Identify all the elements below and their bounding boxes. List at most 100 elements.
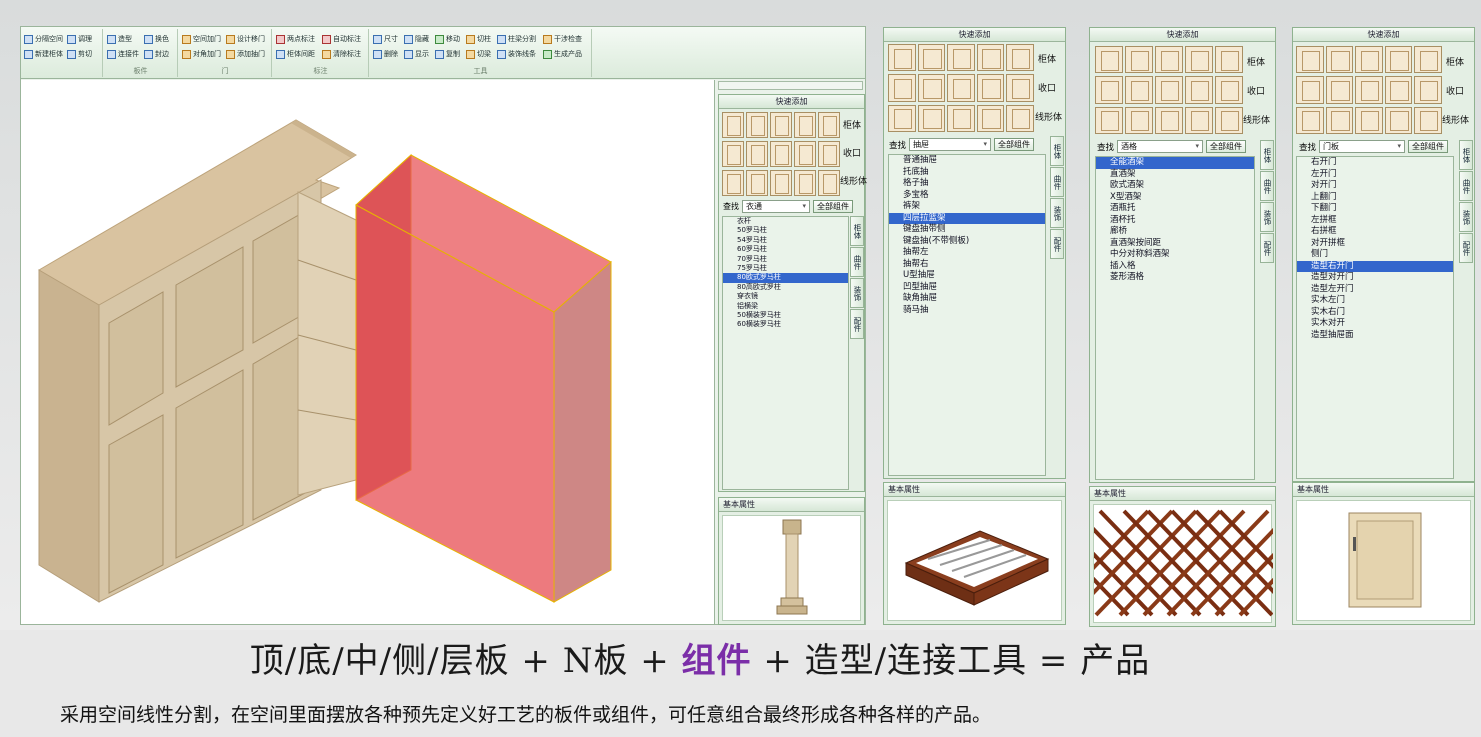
component-thumbnail[interactable] [1414,46,1442,74]
show-button[interactable]: 显示 [404,49,429,59]
vertical-tab[interactable]: 装饰 [1459,202,1473,232]
list-item[interactable]: 对开门 [1297,180,1453,192]
list-item[interactable]: 实木对开 [1297,318,1453,330]
component-thumbnail[interactable] [1384,46,1413,74]
clear-dim-button[interactable]: 清除标注 [322,49,361,59]
space-add-door-button[interactable]: 空间加门 [182,34,221,44]
component-list[interactable]: 普通抽屉 托底抽 格子抽 多宝格 裤架 四层拉篮架 键盘抽带侧 键盘抽(不带侧板) 抽帮左 抽帮右… [888,154,1046,476]
vertical-tab[interactable]: 装饰 [1260,202,1274,232]
move-button[interactable]: 移动 [435,34,460,44]
component-thumbnail[interactable] [1006,74,1034,102]
component-thumbnail[interactable] [722,170,744,196]
list-item[interactable]: 右开门 [1297,157,1453,169]
list-item[interactable]: 插入格 [1096,261,1254,273]
component-thumbnail[interactable] [1095,106,1123,134]
cut-beam-button[interactable]: 切梁 [466,49,491,59]
component-thumbnail[interactable] [1325,46,1354,74]
component-thumbnail[interactable] [1355,76,1383,104]
component-thumbnail[interactable] [770,141,792,167]
search-combo[interactable]: 抽屉 [909,138,992,151]
list-item[interactable]: 右拼框 [1297,226,1453,238]
component-thumbnail[interactable] [917,44,946,72]
list-item[interactable]: 酒杯托 [1096,215,1254,227]
vertical-tab[interactable]: 曲件 [1260,171,1274,201]
all-components-button[interactable]: 全部组件 [813,200,853,213]
adjust-button[interactable]: 调理 [67,34,92,44]
list-item[interactable]: 造型左开门 [1297,284,1453,296]
list-item[interactable]: 对开拼框 [1297,238,1453,250]
list-item[interactable]: 欧式酒架 [1096,180,1254,192]
component-thumbnail[interactable] [1095,46,1123,74]
column-beam-split-button[interactable]: 柱梁分割 [497,34,536,44]
component-thumbnail[interactable] [794,112,816,138]
vertical-tab[interactable]: 配件 [850,309,864,339]
all-components-button[interactable]: 全部组件 [1206,140,1247,153]
list-item[interactable]: 抽帮左 [889,247,1045,259]
component-thumbnail[interactable] [1215,46,1243,74]
component-thumbnail[interactable] [976,74,1005,102]
component-thumbnail[interactable] [947,44,975,72]
component-thumbnail[interactable] [1125,106,1153,134]
list-item[interactable]: 键盘抽(不带侧板) [889,236,1045,248]
decor-line-button[interactable]: 装饰线条 [497,49,536,59]
component-thumbnail[interactable] [1384,76,1413,104]
list-item[interactable]: 下翻门 [1297,203,1453,215]
component-thumbnail[interactable] [1155,76,1183,104]
list-item[interactable]: 造型对开门 [1297,272,1453,284]
search-combo[interactable]: 门板 [1319,140,1406,153]
vertical-tab[interactable]: 配件 [1459,233,1473,263]
component-thumbnail[interactable] [770,170,792,196]
component-thumbnail[interactable] [888,74,916,102]
list-item[interactable]: 酒瓶托 [1096,203,1254,215]
list-item[interactable]: 缺角抽屉 [889,293,1045,305]
two-point-dim-button[interactable]: 两点标注 [276,34,315,44]
search-combo[interactable]: 衣通 [742,200,810,213]
list-item[interactable]: 70罗马柱 [723,255,848,264]
component-list[interactable]: 右开门 左开门 对开门 上翻门 下翻门 左拼框 右拼框 对开拼框 侧门 造型右开门 造型对开门 造型左… [1296,156,1454,479]
list-item[interactable]: 裤架 [889,201,1045,213]
component-list[interactable]: 衣杆 50罗马柱 54罗马柱 60罗马柱 70罗马柱 75罗马柱 80欧式罗马柱 80高欧式罗… [722,216,849,490]
list-item[interactable]: 穿衣镜 [723,292,848,301]
list-item[interactable]: 侧门 [1297,249,1453,261]
component-thumbnail[interactable] [746,141,768,167]
list-item[interactable]: 直酒架按间距 [1096,238,1254,250]
component-thumbnail[interactable] [1155,46,1183,74]
list-item[interactable]: U型抽屉 [889,270,1045,282]
component-thumbnail[interactable] [818,170,840,196]
list-item[interactable]: 多宝格 [889,190,1045,202]
component-thumbnail[interactable] [917,104,946,132]
list-item[interactable]: 左拼框 [1297,215,1453,227]
component-thumbnail[interactable] [1185,76,1213,104]
component-thumbnail[interactable] [888,44,916,72]
component-thumbnail[interactable] [1384,106,1413,134]
component-thumbnail[interactable] [917,74,946,102]
3d-viewport[interactable] [21,80,715,624]
vertical-tab[interactable]: 曲件 [1050,167,1064,197]
list-item[interactable]: 抽帮右 [889,259,1045,271]
vertical-tab[interactable]: 曲件 [850,247,864,277]
vertical-tab[interactable]: 柜体 [1050,136,1064,166]
component-thumbnail[interactable] [976,44,1005,72]
vertical-tab[interactable]: 柜体 [1459,140,1473,170]
component-thumbnail[interactable] [1296,106,1324,134]
vertical-tab[interactable]: 曲件 [1459,171,1473,201]
list-item[interactable]: 托底抽 [889,167,1045,179]
list-item[interactable]: 60罗马柱 [723,245,848,254]
component-thumbnail[interactable] [1155,106,1183,134]
component-thumbnail[interactable] [746,170,768,196]
horizontal-scrollbar[interactable] [718,81,863,90]
new-cabinet-button[interactable]: 新建柜体 [24,49,63,59]
list-item[interactable]: 菱形酒格 [1096,272,1254,284]
list-item[interactable]: 60横装罗马柱 [723,320,848,329]
component-thumbnail[interactable] [1325,106,1354,134]
vertical-tab[interactable]: 装饰 [1050,198,1064,228]
search-combo[interactable]: 酒格 [1117,140,1204,153]
vertical-tab[interactable]: 柜体 [850,216,864,246]
component-thumbnail[interactable] [818,112,840,138]
split-space-button[interactable]: 分隔空间 [24,34,63,44]
component-thumbnail[interactable] [794,141,816,167]
component-thumbnail[interactable] [1125,76,1153,104]
component-thumbnail[interactable] [1006,44,1034,72]
list-item[interactable]: 造型右开门 [1297,260,1453,272]
list-item[interactable]: 键盘抽带侧 [889,224,1045,236]
